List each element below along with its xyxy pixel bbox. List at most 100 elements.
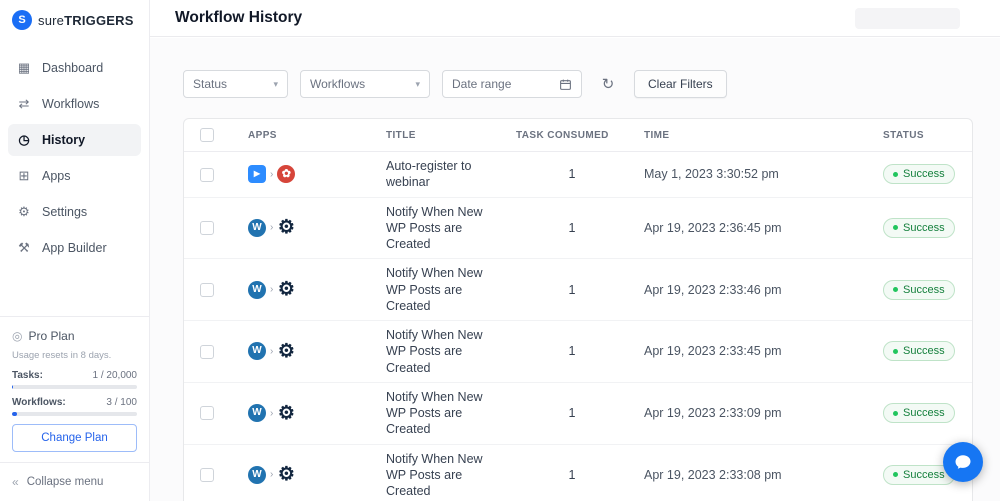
workflow-title[interactable]: Notify When New WP Posts are Created <box>378 320 508 383</box>
workflows-label: Workflows: <box>12 397 66 408</box>
status-label: Success <box>903 168 945 181</box>
workflow-title[interactable]: Auto-register to webinar <box>378 151 508 198</box>
usage-note: Usage resets in 8 days. <box>12 350 112 361</box>
status-dot-icon <box>893 225 898 231</box>
collapse-icon: « <box>12 475 19 489</box>
filters-bar: Status ▾ Workflows ▾ Date range ↻ Clear … <box>183 70 1000 98</box>
history-table-card: APPS TITLE TASK CONSUMED TIME STATUS ▶ › ✿ Auto… <box>183 118 973 501</box>
brand-suffix: TRIGGERS <box>64 12 134 28</box>
date-range-input[interactable]: Date range <box>442 70 582 98</box>
status-filter-value: Status <box>193 77 228 91</box>
sidebar-item-label: App Builder <box>42 241 107 255</box>
sidebar-item-settings[interactable]: ⚙ Settings <box>8 196 141 228</box>
calendar-icon <box>560 79 571 90</box>
wordpress-icon: W <box>248 404 266 423</box>
clear-filters-button[interactable]: Clear Filters <box>634 70 727 98</box>
plan-panel: ◎ Pro Plan Usage resets in 8 days. Tasks… <box>0 316 149 462</box>
chevron-right-icon: › <box>270 469 274 481</box>
tasks-usage: Tasks: 1 / 20,000 <box>12 370 137 381</box>
table-row: ▶ › ✿ Auto-register to webinar 1 May 1, 2023 … <box>184 151 972 198</box>
sidebar-item-app-builder[interactable]: ⚒ App Builder <box>8 232 141 264</box>
chevron-right-icon: › <box>270 222 274 234</box>
plan-badge-icon: ◎ <box>12 329 23 343</box>
chevron-right-icon: › <box>270 284 274 296</box>
table-row: W › ⚙ Notify When New WP Posts are Created 1… <box>184 258 972 321</box>
suretriggers-icon: ⚙ <box>277 340 295 362</box>
brand-prefix: sure <box>38 12 65 28</box>
sidebar-item-label: Apps <box>42 169 71 183</box>
sidebar-item-label: Settings <box>42 205 88 219</box>
chevron-right-icon: › <box>270 345 274 357</box>
apps-cell: ▶ › ✿ <box>248 165 370 184</box>
row-checkbox[interactable] <box>200 282 214 297</box>
status-label: Success <box>903 221 945 234</box>
zoom-icon: ▶ <box>248 165 266 184</box>
history-table-body: ▶ › ✿ Auto-register to webinar 1 May 1, 2023 … <box>184 151 972 501</box>
apps-cell: W › ⚙ <box>248 279 370 301</box>
workflows-progress <box>12 412 137 416</box>
workflows-value: 3 / 100 <box>106 397 137 408</box>
tasks-value: 1 / 20,000 <box>92 370 137 381</box>
sidebar: S sureTRIGGERS ▦ Dashboard ⇄ Workflows ◷ Hist… <box>0 0 150 501</box>
brand-logo: S sureTRIGGERS <box>0 0 149 36</box>
chevron-down-icon: ▾ <box>273 78 278 89</box>
time-value: Apr 19, 2023 2:33:08 pm <box>636 444 875 501</box>
task-consumed-value: 1 <box>508 197 636 260</box>
status-filter-select[interactable]: Status ▾ <box>183 70 288 98</box>
column-header: TIME <box>636 119 875 152</box>
chat-bubble-icon <box>955 455 971 469</box>
gotowebinar-icon: ✿ <box>277 165 296 184</box>
status-badge: Success <box>883 217 955 238</box>
task-consumed-value: 1 <box>508 258 636 321</box>
row-checkbox[interactable] <box>200 221 214 236</box>
status-dot-icon <box>893 287 898 293</box>
refresh-icon[interactable]: ↻ <box>594 70 622 98</box>
workflows-icon: ⇄ <box>18 96 30 111</box>
status-badge: Success <box>883 164 955 185</box>
task-consumed-value: 1 <box>508 382 636 445</box>
sidebar-item-label: Workflows <box>42 97 100 111</box>
row-checkbox[interactable] <box>200 167 214 182</box>
change-plan-button[interactable]: Change Plan <box>12 424 137 452</box>
time-value: Apr 19, 2023 2:33:45 pm <box>636 320 875 383</box>
row-checkbox[interactable] <box>200 344 214 359</box>
brand-name: sureTRIGGERS <box>38 13 134 28</box>
sidebar-item-workflows[interactable]: ⇄ Workflows <box>8 88 141 120</box>
column-header: TASK CONSUMED <box>508 119 636 152</box>
sidebar-nav: ▦ Dashboard ⇄ Workflows ◷ History ⊞ Apps ⚙ Settin… <box>0 36 149 268</box>
table-row: W › ⚙ Notify When New WP Posts are Created 1… <box>184 320 972 383</box>
task-consumed-value: 1 <box>508 320 636 383</box>
sidebar-item-history[interactable]: ◷ History <box>8 124 141 156</box>
collapse-menu-button[interactable]: « Collapse menu <box>0 462 149 501</box>
column-header: STATUS <box>875 119 972 152</box>
wordpress-icon: W <box>248 465 266 484</box>
dashboard-icon: ▦ <box>17 60 31 75</box>
apps-cell: W › ⚙ <box>248 218 370 237</box>
sidebar-item-apps[interactable]: ⊞ Apps <box>8 160 141 192</box>
plan-title: ◎ Pro Plan <box>12 329 137 343</box>
workflow-title[interactable]: Notify When New WP Posts are Created <box>378 197 508 260</box>
table-row: W › ⚙ Notify When New WP Posts are Created 1… <box>184 197 972 260</box>
tasks-label: Tasks: <box>12 370 43 381</box>
row-checkbox[interactable] <box>200 406 214 421</box>
table-row: W › ⚙ Notify When New WP Posts are Created 1… <box>184 382 972 445</box>
workflows-filter-select[interactable]: Workflows ▾ <box>300 70 430 98</box>
wordpress-icon: W <box>248 342 266 361</box>
select-all-checkbox[interactable] <box>200 128 214 142</box>
sidebar-item-label: History <box>42 133 86 147</box>
suretriggers-icon: ⚙ <box>277 279 295 301</box>
row-checkbox[interactable] <box>200 468 214 483</box>
workflow-title[interactable]: Notify When New WP Posts are Created <box>378 444 508 501</box>
status-dot-icon <box>893 171 898 177</box>
task-consumed-value: 1 <box>508 444 636 501</box>
workflow-title[interactable]: Notify When New WP Posts are Created <box>378 382 508 445</box>
main-area: Workflow History Status ▾ Workflows ▾ Da… <box>150 0 1000 501</box>
workflows-filter-value: Workflows <box>310 77 366 91</box>
settings-icon: ⚙ <box>18 204 30 219</box>
workflow-title[interactable]: Notify When New WP Posts are Created <box>378 258 508 321</box>
help-chat-button[interactable] <box>943 442 983 482</box>
history-table-head-row: APPS TITLE TASK CONSUMED TIME STATUS <box>184 119 972 152</box>
sidebar-item-dashboard[interactable]: ▦ Dashboard <box>8 52 141 84</box>
content-area: Status ▾ Workflows ▾ Date range ↻ Clear … <box>150 38 1000 501</box>
date-range-placeholder: Date range <box>452 77 512 91</box>
